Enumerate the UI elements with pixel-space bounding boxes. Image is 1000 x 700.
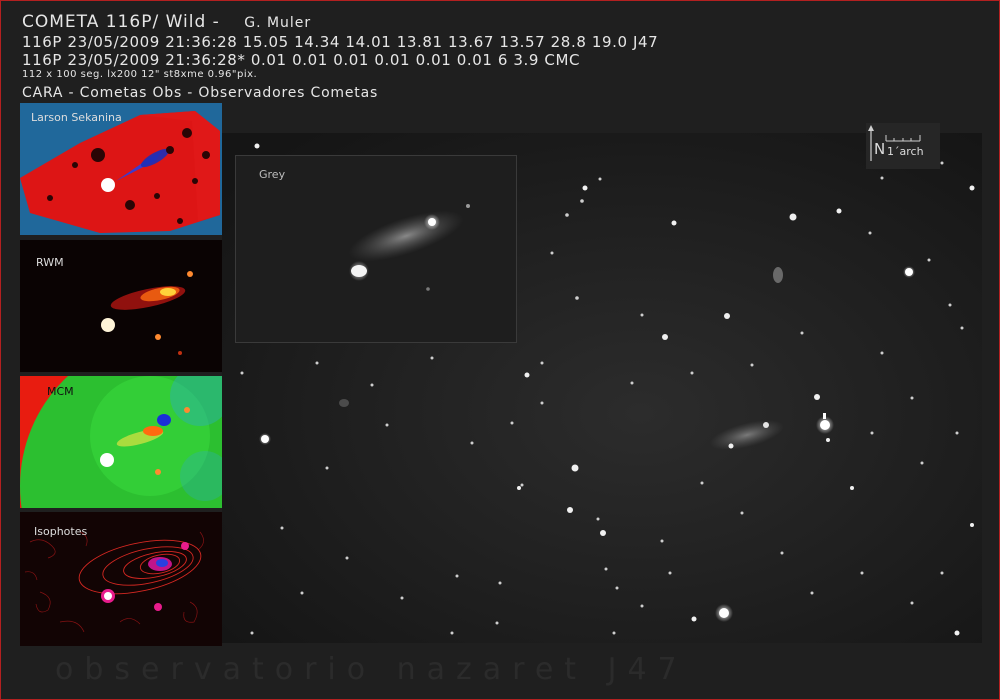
organization-line: CARA - Cometas Obs - Observadores Cometa… bbox=[22, 85, 379, 101]
header: COMETA 116P/ Wild - G. Muler 116P 23/05/… bbox=[22, 12, 972, 103]
author-name: G. Muler bbox=[244, 15, 312, 31]
observation-line-1: 116P 23/05/2009 21:36:28 15.05 14.34 14.… bbox=[22, 33, 659, 51]
scale-label: 1´arch bbox=[887, 145, 924, 158]
inset-label-grey: Grey bbox=[259, 168, 286, 181]
isophotes-panel: Isophotes bbox=[20, 512, 222, 646]
exposure-info: 112 x 100 seg. lx200 12" st8xme 0.96"pix… bbox=[22, 69, 258, 80]
larson-sekanina-panel: Larson Sekanina bbox=[20, 103, 222, 235]
orientation-box: N 1´arch bbox=[866, 123, 940, 169]
rwm-panel: RWM bbox=[20, 240, 222, 372]
panel-label-mcm: MCM bbox=[47, 385, 74, 398]
panel-label-isophotes: Isophotes bbox=[34, 525, 88, 538]
panel-label-rwm: RWM bbox=[36, 256, 64, 269]
comet-title: COMETA 116P/ Wild - bbox=[22, 12, 220, 32]
grey-inset: Grey bbox=[235, 155, 517, 343]
mcm-panel: MCM bbox=[20, 376, 222, 508]
north-label: N bbox=[874, 140, 886, 158]
grey-inset-image bbox=[236, 156, 516, 342]
title-row: COMETA 116P/ Wild - G. Muler bbox=[22, 12, 972, 33]
footer-watermark: observatorio nazaret J47 bbox=[55, 652, 688, 687]
observation-line-2: 116P 23/05/2009 21:36:28* 0.01 0.01 0.01… bbox=[22, 51, 581, 69]
panel-label-larson-sekanina: Larson Sekanina bbox=[31, 111, 122, 124]
